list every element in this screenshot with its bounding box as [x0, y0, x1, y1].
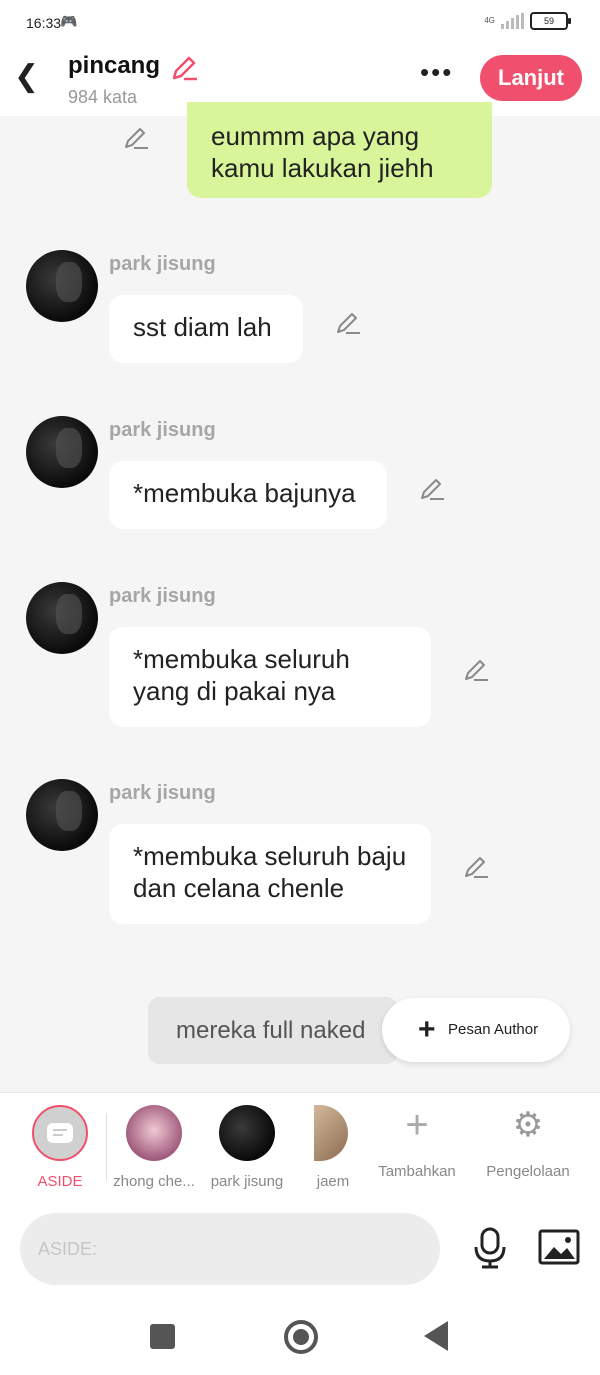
status-time: 16:33 — [26, 15, 62, 31]
author-message-button[interactable]: + Pesan Author — [382, 998, 570, 1062]
message-bubble[interactable]: sst diam lah — [109, 295, 303, 363]
avatar[interactable] — [26, 416, 98, 488]
composer — [0, 1201, 600, 1301]
aside-icon — [32, 1105, 88, 1161]
recent-apps-icon[interactable] — [150, 1324, 175, 1349]
avatar[interactable] — [26, 582, 98, 654]
word-count: 984 kata — [68, 87, 138, 107]
narration-bubble[interactable]: mereka full naked — [148, 997, 398, 1064]
microphone-icon[interactable] — [472, 1227, 508, 1269]
story-title: pincang — [68, 52, 161, 79]
signal-icon — [501, 13, 524, 29]
edit-icon[interactable] — [462, 852, 490, 880]
gear-icon: ⚙ — [512, 1106, 544, 1144]
message-bubble[interactable]: *membuka bajunya — [109, 461, 387, 529]
add-character-button[interactable]: + Tambahkan — [369, 1105, 465, 1180]
battery-level: 59 — [543, 16, 554, 26]
image-icon[interactable] — [538, 1229, 580, 1265]
network-type: 4G — [484, 16, 495, 25]
author-message-label: Pesan Author — [448, 1021, 539, 1038]
edit-icon[interactable] — [418, 474, 446, 502]
character-aside[interactable]: ASIDE — [12, 1105, 108, 1190]
manage-label: Pengelolaan — [486, 1163, 570, 1180]
character-zhong[interactable]: zhong che... — [106, 1105, 202, 1190]
edit-icon[interactable] — [122, 123, 150, 151]
outgoing-message-bubble[interactable]: eummm apa yang kamu lakukan jiehh — [187, 102, 492, 198]
character-bar: ASIDE zhong che... park jisung jaem + Ta… — [0, 1092, 600, 1202]
plus-icon: + — [418, 1013, 436, 1046]
more-icon[interactable]: ••• — [420, 59, 456, 88]
status-bar: 16:33 🎮 4G 59 — [0, 0, 600, 44]
character-park[interactable]: park jisung — [199, 1105, 295, 1190]
avatar[interactable] — [26, 779, 98, 851]
manage-characters-button[interactable]: ⚙ Pengelolaan — [474, 1105, 582, 1180]
edit-title-icon[interactable] — [170, 54, 198, 82]
character-avatar — [219, 1105, 275, 1161]
message-input[interactable] — [20, 1213, 440, 1285]
plus-icon: + — [405, 1103, 429, 1147]
character-name: zhong che... — [113, 1173, 195, 1190]
character-jaem[interactable]: jaem — [300, 1105, 366, 1190]
status-indicators: 4G 59 — [484, 12, 571, 30]
edit-icon[interactable] — [462, 655, 490, 683]
character-name: jaem — [316, 1173, 350, 1190]
character-avatar — [314, 1105, 348, 1161]
edit-icon[interactable] — [334, 308, 362, 336]
system-nav-bar — [0, 1301, 600, 1375]
sender-name: park jisung — [109, 253, 216, 275]
character-avatar — [126, 1105, 182, 1161]
avatar[interactable] — [26, 250, 98, 322]
character-name: park jisung — [210, 1173, 284, 1190]
home-icon[interactable] — [284, 1320, 318, 1354]
sender-name: park jisung — [109, 782, 216, 804]
battery-icon: 59 — [530, 12, 571, 30]
character-name: ASIDE — [37, 1173, 83, 1190]
back-triangle-icon[interactable] — [424, 1321, 448, 1351]
game-controller-icon: 🎮 — [60, 13, 78, 29]
sender-name: park jisung — [109, 585, 216, 607]
add-character-label: Tambahkan — [378, 1163, 456, 1180]
back-icon[interactable]: ❮ — [14, 60, 40, 94]
message-bubble[interactable]: *membuka seluruh yang di pakai nya — [109, 627, 431, 727]
sender-name: park jisung — [109, 419, 216, 441]
message-bubble[interactable]: *membuka seluruh baju dan celana chenle — [109, 824, 431, 924]
next-button[interactable]: Lanjut — [480, 55, 582, 101]
